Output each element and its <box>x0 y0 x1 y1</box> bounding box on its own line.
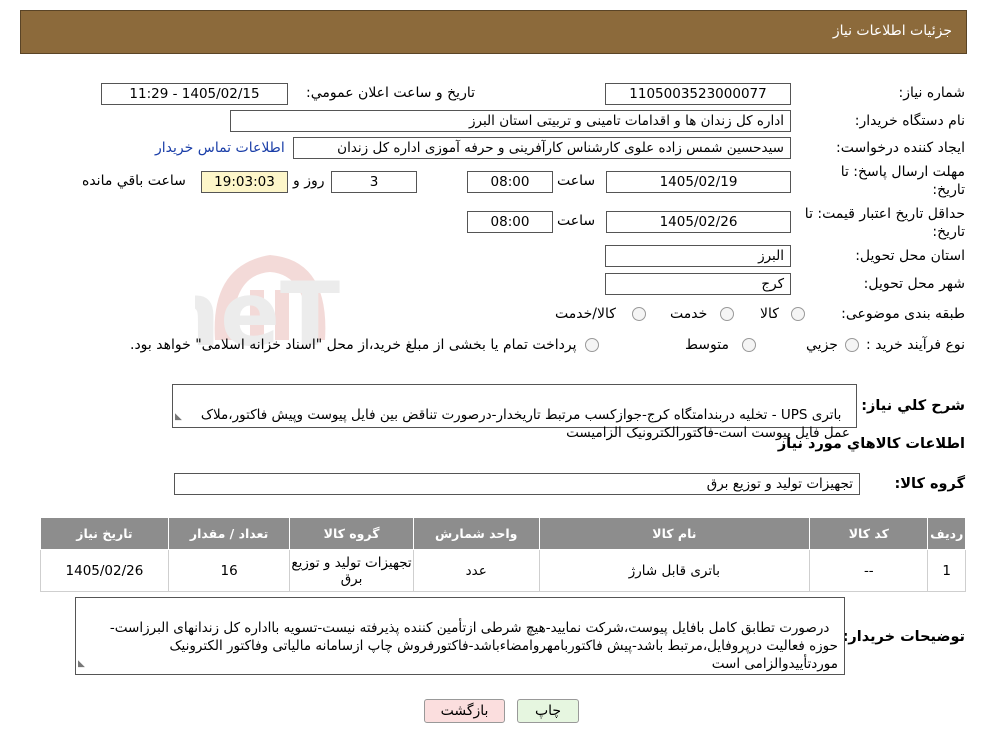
announce-datetime-field: 1405/02/15 - 11:29 <box>101 83 288 105</box>
col-header-quantity: تعداد / مقدار <box>167 517 291 550</box>
col-header-unit: واحد شمارش <box>412 517 540 550</box>
need-number-label: شماره نیاز: <box>898 85 966 101</box>
announce-datetime-label: تاریخ و ساعت اعلان عمومي: <box>306 85 475 101</box>
reply-deadline-time: 08:00 <box>467 171 553 193</box>
cell-unit: عدد <box>412 549 540 592</box>
buyer-notes-text: درصورت تطابق کامل بافایل پیوست،شرکت نمای… <box>109 620 838 672</box>
description-textbox: باتری UPS - تخلیه دربندامتگاه کرج-جوازکس… <box>172 384 857 441</box>
delivery-province-field: البرز <box>605 245 791 267</box>
category-radio-goods-service[interactable] <box>632 307 646 321</box>
back-button[interactable]: بازگشت <box>424 699 505 723</box>
print-button[interactable]: چاپ <box>517 699 579 723</box>
process-option-minor: جزیي <box>806 337 838 353</box>
need-number-field: 1105003523000077 <box>605 83 791 105</box>
goods-section-title: اطلاعات کالاهاي مورد نياز <box>777 436 965 452</box>
goods-table: ردیف کد کالا نام کالا واحد شمارش گروه کا… <box>40 517 966 592</box>
remaining-time-label: ساعت باقي مانده <box>82 173 186 189</box>
delivery-province-label: استان محل تحویل: <box>855 248 965 264</box>
process-option-medium: متوسط <box>685 337 729 353</box>
resize-handle-icon[interactable]: ◣ <box>78 655 85 673</box>
price-validity-date: 1405/02/26 <box>606 211 791 233</box>
delivery-city-label: شهر محل تحویل: <box>863 276 965 292</box>
process-checkbox-treasury[interactable] <box>585 338 599 352</box>
cell-goods-name: باتری قابل شارژ <box>538 549 811 592</box>
goods-group-label: گروه کالا: <box>894 476 965 492</box>
buyer-org-label: نام دستگاه خریدار: <box>854 113 965 129</box>
price-validity-label-1: حداقل تاریخ اعتبار قیمت: تا <box>804 206 965 222</box>
process-radio-minor[interactable] <box>845 338 859 352</box>
buyer-notes-label: توضیحات خریدار: <box>842 629 965 645</box>
category-radio-service[interactable] <box>720 307 734 321</box>
reply-days-field: 3 <box>331 171 417 193</box>
cell-goods-code: -- <box>809 549 929 592</box>
days-label: روز و <box>293 173 325 189</box>
cell-row-number: 1 <box>927 549 966 592</box>
requester-field: سیدحسین شمس زاده علوی کارشناس کارآفرینی … <box>293 137 791 159</box>
treasury-note: پرداخت تمام یا بخشی از مبلغ خرید،از محل … <box>130 337 577 353</box>
resize-handle-icon[interactable]: ◣ <box>175 408 182 426</box>
category-label: طبقه بندی موضوعی: <box>841 306 965 322</box>
buyer-notes-textbox: درصورت تطابق کامل بافایل پیوست،شرکت نمای… <box>75 597 845 675</box>
col-header-goods-code: کد کالا <box>809 517 929 550</box>
category-option-goods-service: کالا/خدمت <box>555 306 616 322</box>
reply-deadline-date: 1405/02/19 <box>606 171 791 193</box>
page-header: جزئیات اطلاعات نیاز <box>20 10 967 54</box>
category-option-service: خدمت <box>670 306 708 322</box>
price-validity-time-label: ساعت <box>557 213 596 229</box>
category-option-goods: کالا <box>760 306 779 322</box>
process-radio-medium[interactable] <box>742 338 756 352</box>
remaining-time-field: 19:03:03 <box>201 171 288 193</box>
price-validity-label-2: تاریخ: <box>932 224 965 240</box>
col-header-need-date: تاریخ نیاز <box>40 517 169 550</box>
delivery-city-field: کرج <box>605 273 791 295</box>
requester-label: ایجاد کننده درخواست: <box>836 140 965 156</box>
cell-quantity: 16 <box>167 549 291 592</box>
reply-deadline-label-2: تاریخ: <box>932 182 965 198</box>
buyer-org-field: اداره کل زندان ها و اقدامات تامینی و ترب… <box>230 110 791 132</box>
col-header-goods-group: گروه کالا <box>289 517 414 550</box>
goods-group-field: تجهیزات تولید و توزیع برق <box>174 473 860 495</box>
col-header-row-number: ردیف <box>927 517 966 550</box>
reply-deadline-label-1: مهلت ارسال پاسخ: تا <box>840 164 965 180</box>
buyer-contact-link[interactable]: اطلاعات تماس خریدار <box>155 140 285 156</box>
reply-deadline-time-label: ساعت <box>557 173 596 189</box>
page-title: جزئیات اطلاعات نیاز <box>832 23 952 39</box>
price-validity-time: 08:00 <box>467 211 553 233</box>
col-header-goods-name: نام کالا <box>538 517 811 550</box>
cell-goods-group: تجهیزات تولید و توزیع برق <box>289 549 414 592</box>
category-radio-goods[interactable] <box>791 307 805 321</box>
table-header-row: ردیف کد کالا نام کالا واحد شمارش گروه کا… <box>40 517 966 550</box>
description-text: باتری UPS - تخلیه دربندامتگاه کرج-جوازکس… <box>196 407 850 441</box>
description-label: شرح کلي نياز: <box>861 398 965 414</box>
cell-need-date: 1405/02/26 <box>40 549 169 592</box>
purchase-process-label: نوع فرآیند خرید : <box>866 337 965 353</box>
table-row: 1 -- باتری قابل شارژ عدد تجهیزات تولید و… <box>40 549 966 592</box>
